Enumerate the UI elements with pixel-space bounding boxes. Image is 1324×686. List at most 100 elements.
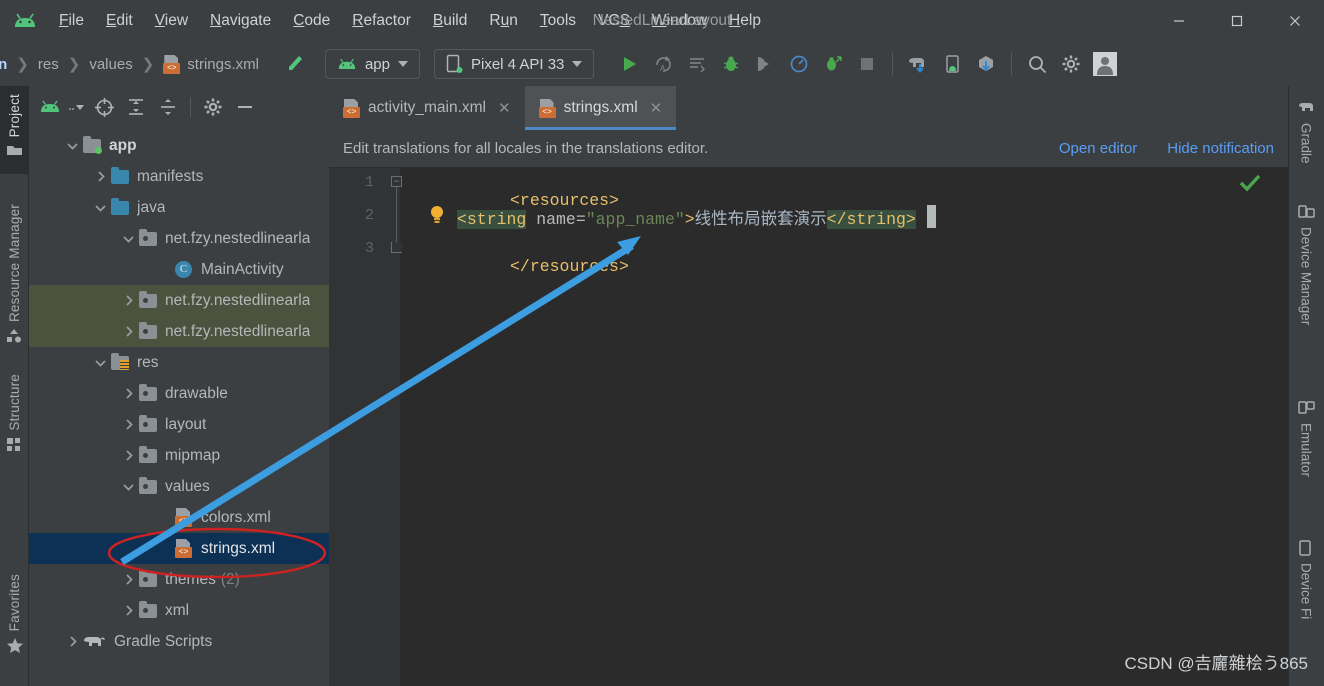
tree-item-package-test[interactable]: net.fzy.nestedlinearla bbox=[29, 316, 329, 347]
chevron-right-icon[interactable] bbox=[121, 386, 136, 401]
apply-code-changes-icon[interactable] bbox=[680, 49, 714, 79]
breadcrumb-item-main[interactable]: in bbox=[0, 56, 7, 73]
run-configuration-selector[interactable]: app bbox=[324, 49, 420, 79]
tree-label: net.fzy.nestedlinearla bbox=[165, 229, 311, 247]
android-view-icon[interactable] bbox=[35, 93, 65, 121]
avd-manager-icon[interactable] bbox=[935, 49, 969, 79]
chevron-down-icon[interactable] bbox=[65, 138, 80, 153]
tab-activity-main-xml[interactable]: <> activity_main.xml ✕ bbox=[329, 86, 525, 130]
chevron-right-icon[interactable] bbox=[121, 324, 136, 339]
tree-item-res[interactable]: res bbox=[29, 347, 329, 378]
close-icon[interactable]: ✕ bbox=[498, 99, 511, 117]
gradle-sync-elephant-icon[interactable] bbox=[901, 49, 935, 79]
make-project-hammer-icon[interactable] bbox=[277, 49, 311, 79]
menu-tools[interactable]: Tools bbox=[529, 8, 587, 34]
menu-edit[interactable]: Edit bbox=[95, 8, 144, 34]
sdk-manager-box-icon[interactable] bbox=[969, 49, 1003, 79]
tree-item-drawable[interactable]: drawable bbox=[29, 378, 329, 409]
hide-notification-link[interactable]: Hide notification bbox=[1167, 140, 1274, 157]
tree-item-themes[interactable]: themes (2) bbox=[29, 564, 329, 595]
chevron-down-icon[interactable] bbox=[93, 355, 108, 370]
profiler-gauge-icon[interactable] bbox=[782, 49, 816, 79]
sidebar-item-structure[interactable]: Structure bbox=[0, 366, 29, 468]
breadcrumb-item-values[interactable]: values bbox=[89, 56, 132, 73]
intention-bulb-icon[interactable] bbox=[428, 204, 446, 224]
tree-item-java[interactable]: java bbox=[29, 192, 329, 223]
sidebar-item-gradle[interactable]: Gradle bbox=[1288, 86, 1324, 172]
tree-item-app[interactable]: app bbox=[29, 130, 329, 161]
menu-file[interactable]: File bbox=[48, 8, 95, 34]
sidebar-item-project[interactable]: Project bbox=[0, 86, 29, 175]
chevron-right-icon[interactable] bbox=[121, 448, 136, 463]
chevron-down-icon[interactable] bbox=[93, 200, 108, 215]
user-avatar-icon[interactable] bbox=[1088, 49, 1122, 79]
tree-label: MainActivity bbox=[201, 260, 284, 278]
open-editor-link[interactable]: Open editor bbox=[1059, 140, 1137, 157]
tree-item-mainactivity[interactable]: C MainActivity bbox=[29, 254, 329, 285]
chevron-right-icon[interactable] bbox=[121, 293, 136, 308]
menu-build[interactable]: Build bbox=[422, 8, 478, 34]
tree-item-layout[interactable]: layout bbox=[29, 409, 329, 440]
sidebar-item-resource-manager[interactable]: Resource Manager bbox=[0, 196, 29, 359]
tree-item-manifests[interactable]: manifests bbox=[29, 161, 329, 192]
menu-navigate[interactable]: Navigate bbox=[199, 8, 282, 34]
chevron-right-icon[interactable] bbox=[121, 603, 136, 618]
expand-all-icon[interactable] bbox=[121, 93, 151, 121]
attach-debugger-icon[interactable] bbox=[748, 49, 782, 79]
sidebar-item-device-file-explorer[interactable]: Device Fi bbox=[1288, 526, 1324, 627]
minimize-button[interactable] bbox=[1150, 0, 1208, 42]
gear-icon[interactable] bbox=[198, 93, 228, 121]
stop-square-icon[interactable] bbox=[850, 49, 884, 79]
collapse-all-icon[interactable] bbox=[153, 93, 183, 121]
menu-code[interactable]: Code bbox=[282, 8, 341, 34]
tab-label: activity_main.xml bbox=[368, 99, 486, 116]
menu-refactor-mnemonic: R bbox=[352, 12, 364, 29]
target-crosshair-icon[interactable] bbox=[89, 93, 119, 121]
tree-item-package-main[interactable]: net.fzy.nestedlinearla bbox=[29, 223, 329, 254]
chevron-right-icon[interactable] bbox=[93, 169, 108, 184]
tree-item-colors-xml[interactable]: <> colors.xml bbox=[29, 502, 329, 533]
bug-icon[interactable] bbox=[714, 49, 748, 79]
breadcrumb-item-strings-xml[interactable]: <> strings.xml bbox=[163, 54, 259, 74]
chevron-down-icon[interactable] bbox=[121, 231, 136, 246]
green-check-icon[interactable] bbox=[1238, 173, 1262, 198]
sidebar-item-device-manager[interactable]: Device Manager bbox=[1288, 190, 1324, 333]
sidebar-item-emulator[interactable]: Emulator bbox=[1288, 386, 1324, 485]
chevron-right-icon[interactable] bbox=[121, 417, 136, 432]
tree-item-xml[interactable]: xml bbox=[29, 595, 329, 626]
device-selector[interactable]: Pixel 4 API 33 bbox=[434, 49, 595, 79]
menu-view[interactable]: View bbox=[144, 8, 199, 34]
code-content[interactable]: <resources> <string name="app_name">线性布局… bbox=[400, 168, 1288, 686]
tree-item-strings-xml[interactable]: <> strings.xml bbox=[29, 533, 329, 564]
tree-label: strings.xml bbox=[201, 539, 276, 557]
breadcrumb-separator: ❯ bbox=[16, 56, 29, 73]
sidebar-item-favorites[interactable]: Favorites bbox=[0, 566, 29, 668]
chevron-down-icon[interactable] bbox=[121, 479, 136, 494]
package-icon bbox=[139, 445, 158, 464]
close-icon[interactable]: ✕ bbox=[650, 99, 663, 117]
apply-changes-icon[interactable]: A bbox=[646, 49, 680, 79]
minus-icon[interactable] bbox=[230, 93, 260, 121]
tree-item-gradle-scripts[interactable]: Gradle Scripts bbox=[29, 626, 329, 657]
menu-run[interactable]: Run bbox=[478, 8, 528, 34]
breadcrumb: in ❯ res ❯ values ❯ <> strings.xml bbox=[0, 54, 259, 74]
menu-refactor[interactable]: Refactor bbox=[341, 8, 422, 34]
tree-item-package-androidtest[interactable]: net.fzy.nestedlinearla bbox=[29, 285, 329, 316]
tree-item-values[interactable]: values bbox=[29, 471, 329, 502]
chevron-right-icon[interactable] bbox=[65, 634, 80, 649]
tab-strings-xml[interactable]: <> strings.xml ✕ bbox=[524, 86, 677, 130]
maximize-button[interactable] bbox=[1208, 0, 1266, 42]
chevron-down-icon[interactable] bbox=[67, 93, 87, 121]
editor-gutter[interactable]: 1 2 3 − bbox=[329, 168, 402, 686]
chevron-right-icon[interactable] bbox=[121, 572, 136, 587]
code-editor[interactable]: 1 2 3 − <resources> <string name="app_na… bbox=[329, 168, 1288, 686]
tree-item-mipmap[interactable]: mipmap bbox=[29, 440, 329, 471]
breadcrumb-item-res[interactable]: res bbox=[38, 56, 59, 73]
coverage-icon[interactable] bbox=[816, 49, 850, 79]
close-button[interactable] bbox=[1266, 0, 1324, 42]
svg-text:A: A bbox=[660, 64, 666, 73]
run-button[interactable] bbox=[612, 49, 646, 79]
gear-icon[interactable] bbox=[1054, 49, 1088, 79]
line-number: 1 bbox=[364, 174, 374, 191]
search-icon[interactable] bbox=[1020, 49, 1054, 79]
